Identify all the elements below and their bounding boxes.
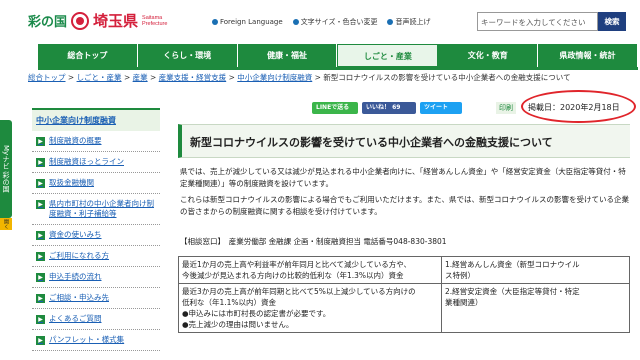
cell-text: 1.経営あんしん資金（新型コロナウイル: [445, 260, 580, 269]
contact-info: 【相談窓口】 産業労働部 金融課 企画・制度融資担当 電話番号048-830-3…: [180, 237, 447, 246]
arrow-right-icon: ▶: [36, 158, 45, 167]
page-title: 新型コロナウイルスの影響を受けている中小企業者への金融支援について: [178, 124, 630, 158]
sidebar-item-label: よくあるご質問: [49, 314, 102, 323]
loan-table: 最近1か月の売上高や利益率が前年同月と比べて減少している方や、 今後減少が見込ま…: [178, 256, 630, 333]
twitter-tweet-button[interactable]: ツイート: [420, 102, 462, 114]
my-navi-open-label: 開く: [3, 219, 9, 229]
cell-text: 最近3か月の売上高が前年同期と比べて5%以上減少している方向けの: [182, 287, 416, 296]
sidebar-item-label: 制度融資の概要: [49, 136, 102, 145]
breadcrumb-link-work[interactable]: しごと・産業: [77, 73, 122, 82]
arrow-right-icon: ▶: [36, 231, 45, 240]
sidebar-item-label: 県内市町村の中小企業者向け制度融資・利子補給等: [49, 199, 154, 218]
speaker-icon: [387, 19, 394, 25]
site-logo[interactable]: 彩の国 埼玉県 Saitama Prefecture: [28, 10, 167, 31]
nav-item-work-industry[interactable]: しごと・産業: [337, 44, 439, 67]
cell-text: ●売上減少の理由は問いません。: [182, 320, 294, 329]
table-cell: 1.経営あんしん資金（新型コロナウイル ス特例）: [441, 256, 630, 284]
logo-prefecture-name: 埼玉県: [93, 12, 139, 30]
nav-item-top[interactable]: 総合トップ: [38, 44, 138, 67]
text-settings-icon: [292, 19, 299, 25]
nav-item-culture[interactable]: 文化・教育: [438, 44, 539, 67]
intro-paragraph: 県では、売上が減少している又は減少が見込まれる中小企業者向けに、「経営あんしん資…: [180, 167, 626, 188]
prefecture-emblem-icon: [71, 11, 90, 30]
sidebar-item-usage[interactable]: ▶ 資金の使いみち: [32, 225, 160, 246]
cell-text: 2.経営安定資金（大臣指定等貸付・特定: [445, 287, 580, 296]
cell-text: 低利な（年1.1%以内）資金: [182, 298, 277, 307]
cell-text: ●申込みには市町村長の認定書が必要です。: [182, 309, 331, 318]
table-cell: 2.経営安定資金（大臣指定等貸付・特定 業種関連）: [441, 283, 630, 333]
arrow-right-icon: ▶: [36, 336, 45, 345]
arrow-right-icon: ▶: [36, 315, 45, 324]
second-paragraph: これらは新型コロナウイルスの影響による場合でもご利用いただけます。また、県では、…: [180, 195, 630, 216]
nav-item-government[interactable]: 県政情報・統計: [538, 44, 638, 67]
sidebar-heading[interactable]: 中小企業向け制度融資: [32, 108, 160, 131]
sidebar-item-label: パンフレット・様式集: [49, 335, 125, 344]
foreign-language-link[interactable]: Foreign Language: [212, 17, 283, 27]
table-cell: 最近3か月の売上高が前年同期と比べて5%以上減少している方向けの 低利な（年1.…: [178, 283, 442, 333]
sidebar-item-hotline[interactable]: ▶ 制度融資ほっとライン: [32, 152, 160, 173]
sidebar-item-label: ご相談・申込み先: [49, 293, 109, 302]
arrow-right-icon: ▶: [36, 179, 45, 188]
my-navi-tab[interactable]: Myナビ 彩の国 開く: [0, 120, 12, 230]
sidebar-item-banks[interactable]: ▶ 取扱金融機関: [32, 173, 160, 194]
arrow-right-icon: ▶: [36, 252, 45, 261]
cell-text: 今後減少が見込まれる方向けの比較的低利な（年1.3%以内）資金: [182, 271, 404, 280]
sidebar-item-contact[interactable]: ▶ ご相談・申込み先: [32, 288, 160, 309]
search-button[interactable]: 検索: [598, 12, 626, 31]
sidebar-item-label: 申込手続の流れ: [49, 272, 102, 281]
text-size-color-label: 文字サイズ・色合い変更: [300, 18, 378, 26]
read-aloud-link[interactable]: 音声読上げ: [387, 17, 430, 27]
sidebar-item-pamphlets[interactable]: ▶ パンフレット・様式集: [32, 330, 160, 351]
global-nav: 総合トップ くらし・環境 健康・福祉 しごと・産業 文化・教育 県政情報・統計: [38, 44, 638, 67]
breadcrumb-link-top[interactable]: 総合トップ: [28, 73, 66, 82]
sidebar-item-label: 取扱金融機関: [49, 178, 94, 187]
globe-icon: [212, 19, 218, 25]
my-navi-label: Myナビ 彩の国: [2, 145, 10, 193]
line-share-button[interactable]: LINEで送る: [312, 102, 358, 114]
search-input[interactable]: キーワードを入力してください: [477, 12, 598, 31]
my-navi-open[interactable]: 開く: [0, 218, 12, 230]
sidebar-item-eligibility[interactable]: ▶ ご利用になれる方: [32, 246, 160, 267]
arrow-right-icon: ▶: [36, 200, 45, 209]
cell-text: 業種関連）: [445, 298, 483, 307]
breadcrumb-link-loans[interactable]: 中小企業向け制度融資: [237, 73, 312, 82]
sidebar: 中小企業向け制度融資 ▶ 制度融資の概要 ▶ 制度融資ほっとライン ▶ 取扱金融機関 …: [32, 108, 160, 351]
site-header: 彩の国 埼玉県 Saitama Prefecture Foreign Langu…: [0, 0, 640, 44]
sidebar-item-municipal[interactable]: ▶ 県内市町村の中小企業者向け制度融資・利子補給等: [32, 194, 160, 225]
highlight-circle: [521, 90, 636, 123]
arrow-right-icon: ▶: [36, 294, 45, 303]
text-size-color-link[interactable]: 文字サイズ・色合い変更: [292, 17, 378, 27]
breadcrumb-link-industry[interactable]: 産業: [133, 73, 148, 82]
sidebar-item-label: 資金の使いみち: [49, 230, 102, 239]
sidebar-item-faq[interactable]: ▶ よくあるご質問: [32, 309, 160, 330]
cell-text: ス特例）: [445, 271, 475, 280]
table-cell: 最近1か月の売上高や利益率が前年同月と比べて減少している方や、 今後減少が見込ま…: [178, 256, 442, 284]
arrow-right-icon: ▶: [36, 137, 45, 146]
breadcrumb: 総合トップ > しごと・産業 > 産業 > 産業支援・経営支援 > 中小企業向け…: [28, 73, 571, 82]
sidebar-item-procedure[interactable]: ▶ 申込手続の流れ: [32, 267, 160, 288]
logo-sainokuni: 彩の国: [28, 15, 68, 30]
sidebar-item-label: 制度融資ほっとライン: [49, 157, 124, 166]
sidebar-item-label: ご利用になれる方: [49, 251, 109, 260]
logo-english: Saitama Prefecture: [142, 15, 167, 27]
table-row: 最近1か月の売上高や利益率が前年同月と比べて減少している方や、 今後減少が見込ま…: [178, 256, 630, 284]
social-share-bar: LINEで送る いいね！ 69 ツイート: [312, 102, 462, 114]
facebook-like-button[interactable]: いいね！ 69: [362, 102, 416, 114]
arrow-right-icon: ▶: [36, 273, 45, 282]
breadcrumb-link-support[interactable]: 産業支援・経営支援: [159, 73, 227, 82]
logo-english-line2: Prefecture: [142, 20, 168, 27]
table-row: 最近3か月の売上高が前年同期と比べて5%以上減少している方向けの 低利な（年1.…: [178, 283, 630, 333]
read-aloud-label: 音声読上げ: [395, 18, 431, 26]
nav-item-health[interactable]: 健康・福祉: [237, 44, 338, 67]
header-utility-links: Foreign Language 文字サイズ・色合い変更 音声読上げ: [212, 17, 430, 27]
nav-item-living[interactable]: くらし・環境: [137, 44, 238, 67]
nav-divider: [38, 67, 638, 70]
foreign-language-label: Foreign Language: [220, 18, 283, 26]
breadcrumb-current: 新型コロナウイルスの影響を受けている中小企業者への金融支援について: [323, 73, 571, 82]
cell-text: 最近1か月の売上高や利益率が前年同月と比べて減少している方や、: [182, 260, 412, 269]
print-button[interactable]: 印刷: [496, 102, 516, 114]
sidebar-item-overview[interactable]: ▶ 制度融資の概要: [32, 131, 160, 152]
